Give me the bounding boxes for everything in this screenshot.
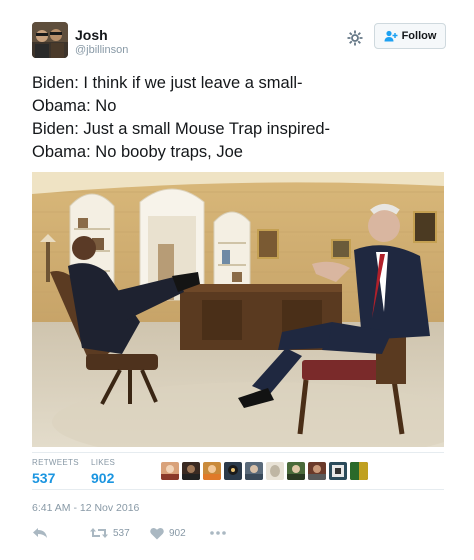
liker-avatar[interactable] [329, 462, 347, 480]
tweet-header: Josh @jbillinson Follow [32, 22, 446, 62]
more-icon [210, 531, 226, 535]
more-button[interactable] [210, 523, 226, 543]
tweet-line: Obama: No booby traps, Joe [32, 143, 243, 161]
tweet-actions: 537 902 [32, 523, 446, 543]
divider [32, 489, 444, 490]
user-handle[interactable]: @jbillinson [75, 44, 128, 56]
tweet-line: Biden: I think if we just leave a small- [32, 74, 303, 92]
tweet-line: Obama: No [32, 97, 117, 115]
liker-avatar[interactable] [161, 462, 179, 480]
reply-button[interactable] [32, 523, 48, 543]
tweet-line: Biden: Just a small Mouse Trap inspired- [32, 120, 331, 138]
tweet-timestamp[interactable]: 6:41 AM - 12 Nov 2016 [32, 502, 139, 514]
tweet-text: Biden: I think if we just leave a small-… [32, 72, 446, 164]
retweet-icon [90, 528, 108, 538]
liker-avatar[interactable] [308, 462, 326, 480]
divider [32, 452, 444, 453]
like-button[interactable]: 902 [150, 523, 186, 543]
liker-avatar[interactable] [182, 462, 200, 480]
liker-avatar[interactable] [224, 462, 242, 480]
tweet-photo[interactable] [32, 172, 444, 447]
liker-avatar[interactable] [287, 462, 305, 480]
like-count: 902 [169, 527, 186, 539]
display-name[interactable]: Josh [75, 27, 108, 43]
likes-count[interactable]: 902 [91, 470, 115, 486]
likes-label: LIKES [91, 458, 116, 467]
retweets-stat[interactable]: RETWEETS 537 [32, 458, 79, 486]
retweet-button[interactable]: 537 [90, 523, 130, 543]
follow-button[interactable]: Follow [374, 23, 446, 49]
avatar[interactable] [32, 22, 68, 58]
follow-person-icon [384, 30, 398, 42]
liker-avatar[interactable] [245, 462, 263, 480]
retweets-label: RETWEETS [32, 458, 79, 467]
liker-avatars [161, 462, 371, 482]
heart-icon [150, 527, 164, 539]
likes-stat[interactable]: LIKES 902 [91, 458, 115, 486]
liker-avatar[interactable] [350, 462, 368, 480]
liker-avatar[interactable] [203, 462, 221, 480]
retweets-count[interactable]: 537 [32, 470, 79, 486]
retweet-count: 537 [113, 527, 130, 539]
follow-label: Follow [401, 30, 437, 42]
liker-avatar[interactable] [266, 462, 284, 480]
gear-icon[interactable] [346, 29, 364, 47]
reply-icon [33, 528, 47, 538]
